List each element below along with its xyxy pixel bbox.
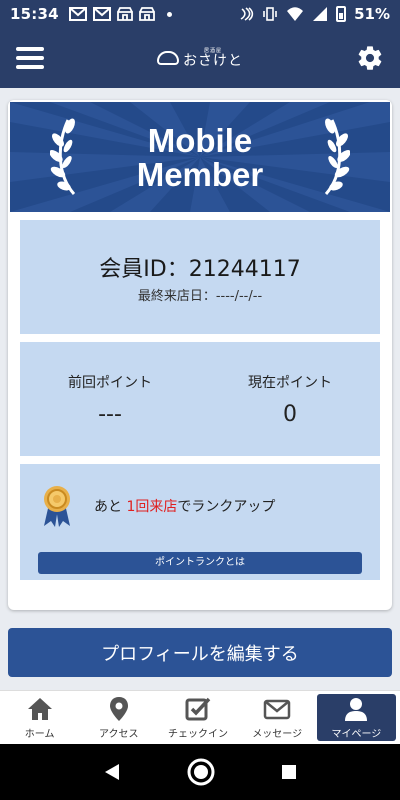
logo-mark-icon: [157, 51, 179, 65]
store-icon: [116, 7, 133, 21]
vibrate-icon: [263, 7, 277, 21]
rank-prefix: あと: [94, 499, 127, 515]
nav-message[interactable]: メッセージ: [238, 691, 317, 744]
user-icon: [345, 697, 368, 721]
notification-icons: [68, 7, 172, 21]
laurel-right-icon: [324, 118, 350, 195]
gmail-icon: [68, 7, 87, 21]
medal-icon: [44, 486, 70, 527]
nav-home[interactable]: ホーム: [0, 691, 79, 744]
rank-visits-needed: 1回来店: [126, 499, 178, 515]
nav-checkin-label: チェックイン: [168, 728, 228, 740]
rank-panel: あと 1回来店でランクアップ ポイントランクとは: [20, 464, 380, 580]
last-visit-date: 最終来店日：----/--/--: [137, 288, 263, 304]
previous-points-value: ---: [98, 402, 122, 427]
rank-suffix: でランクアップ: [177, 499, 276, 515]
gear-icon[interactable]: [356, 44, 384, 72]
current-points-value: 0: [283, 402, 297, 427]
nav-message-label: メッセージ: [252, 728, 303, 740]
edit-profile-button[interactable]: プロフィールを編集する: [8, 628, 392, 677]
notification-dot: [166, 11, 172, 17]
signal-icon: [313, 7, 328, 21]
back-icon[interactable]: [103, 763, 121, 781]
previous-points-label: 前回ポイント: [68, 375, 152, 391]
status-bar: 15:34 51%: [0, 0, 400, 28]
rank-status: あと 1回来店でランクアップ: [40, 484, 275, 528]
store-icon: [138, 7, 155, 21]
bottom-navigation: ホーム アクセス チェックイン メッセージ マイページ: [0, 690, 400, 744]
previous-points: 前回ポイント ---: [20, 342, 200, 456]
nav-home-label: ホーム: [24, 728, 55, 740]
mobile-member-banner: Mobile Member: [10, 102, 390, 212]
current-points-label: 現在ポイント: [248, 375, 332, 391]
rank-up-message: あと 1回来店でランクアップ: [94, 496, 275, 516]
system-navigation-bar: [0, 744, 400, 800]
home-icon: [27, 697, 52, 720]
nav-checkin[interactable]: チェックイン: [158, 691, 237, 744]
system-status-icons: 51%: [238, 5, 390, 23]
hamburger-icon[interactable]: [16, 47, 44, 69]
wifi-icon: [287, 7, 304, 21]
battery-icon: [336, 6, 347, 22]
current-points: 現在ポイント 0: [200, 342, 380, 456]
battery-percent: 51%: [354, 5, 390, 23]
member-card: Mobile Member 会員ID：21244117 最終来店日：----/-…: [8, 100, 392, 610]
map-pin-icon: [109, 696, 128, 721]
recents-icon[interactable]: [281, 764, 297, 780]
home-circle-icon[interactable]: [186, 757, 216, 787]
member-id-panel: 会員ID：21244117 最終来店日：----/--/--: [20, 220, 380, 334]
app-logo: 居酒屋 おさけと: [157, 48, 243, 69]
app-header: 居酒屋 おさけと: [0, 28, 400, 88]
gmail-icon: [92, 7, 111, 21]
envelope-icon: [263, 699, 291, 719]
nav-access[interactable]: アクセス: [79, 691, 158, 744]
member-id: 会員ID：21244117: [99, 256, 301, 282]
points-panel: 前回ポイント --- 現在ポイント 0: [20, 342, 380, 456]
checkbox-icon: [185, 697, 211, 720]
nav-mypage[interactable]: マイページ: [316, 694, 397, 741]
nfc-icon: [240, 7, 254, 21]
point-rank-info-button[interactable]: ポイントランクとは: [38, 552, 362, 574]
logo-name: おさけと: [183, 52, 243, 69]
status-time: 15:34: [10, 5, 59, 23]
nav-access-label: アクセス: [99, 728, 139, 740]
nav-mypage-label: マイページ: [331, 728, 382, 740]
